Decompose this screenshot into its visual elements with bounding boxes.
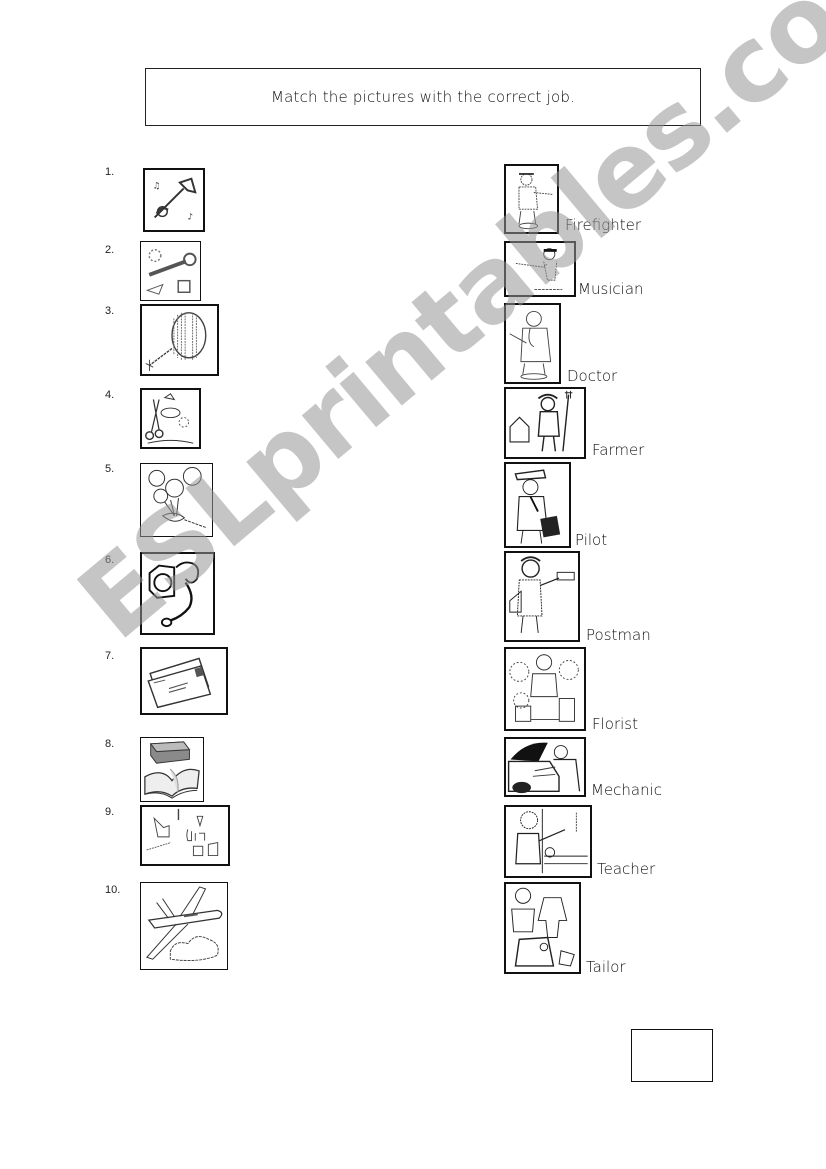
job-label: Musician [578,280,644,298]
item-number: 3. [105,305,115,317]
item-number: 6. [105,554,115,566]
letters-envelopes-icon [140,647,228,715]
fire-hose-reel-icon [140,304,219,376]
teacher-icon [504,805,592,878]
item-number: 10. [105,884,121,896]
job-label: Tailor [586,958,626,976]
item-number: 2. [105,244,115,256]
florist-icon [504,647,586,731]
flower-bouquet-icon [140,463,213,537]
job-label: Postman [586,626,651,644]
svg-text:♫: ♫ [153,181,161,191]
wrench-tools-icon [140,241,201,301]
mechanic-icon [504,737,586,797]
job-label: Teacher [597,860,656,878]
airplane-icon [140,882,228,970]
instructions-text: Match the pictures with the correct job. [270,88,576,106]
item-number: 4. [105,389,115,401]
firefighter-icon [504,164,559,234]
score-box [631,1029,713,1082]
job-label: Florist [592,715,639,733]
sewing-supplies-icon [140,388,201,449]
job-label: Mechanic [591,781,663,799]
stethoscope-icon [140,552,215,635]
musician-icon [504,241,576,297]
instructions-box: Match the pictures with the correct job. [145,68,701,126]
tailor-icon [504,882,581,974]
item-number: 8. [105,738,115,750]
item-number: 5. [105,463,115,475]
svg-text:♪: ♪ [188,212,194,222]
postman-icon [504,551,580,642]
trumpet-icon: ♫ ♪ [143,168,205,232]
doctor-icon [504,303,561,384]
farmer-icon [504,387,586,459]
books-icon [140,737,204,802]
item-number: 1. [105,166,115,178]
item-number: 9. [105,806,115,818]
job-label: Firefighter [565,216,642,234]
job-label: Doctor [567,367,618,385]
pilot-icon [504,462,571,548]
item-number: 7. [105,650,115,662]
job-label: Pilot [575,531,608,549]
job-label: Farmer [592,441,645,459]
farm-tools-icon [140,805,230,866]
